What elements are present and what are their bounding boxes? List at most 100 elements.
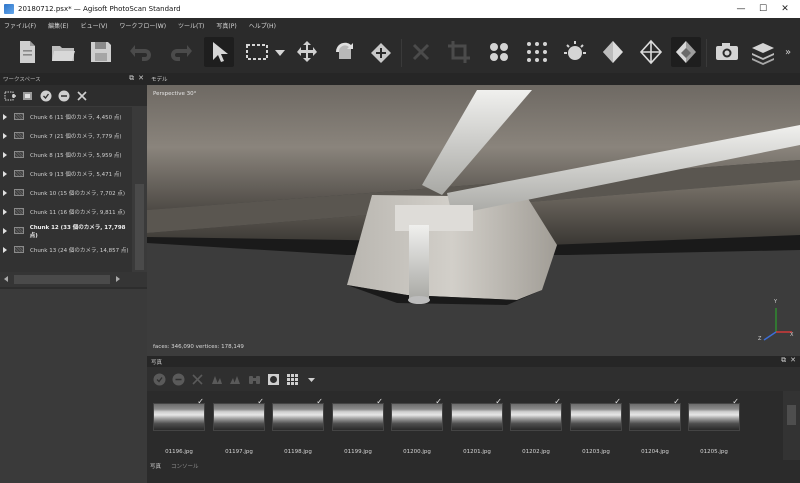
photo-thumbnail[interactable]: ✓ 01203.jpg bbox=[570, 397, 622, 455]
open-icon[interactable] bbox=[48, 37, 78, 67]
float-panel-icon[interactable]: ⧉ bbox=[781, 356, 786, 365]
menu-photo[interactable]: 写真(P) bbox=[216, 21, 236, 30]
solid-icon[interactable] bbox=[598, 37, 628, 67]
aligned-check-icon: ✓ bbox=[316, 397, 323, 406]
rotate-right-icon[interactable] bbox=[229, 373, 242, 386]
chunk-label: Chunk 9 (13 個のカメラ, 5,471 点) bbox=[30, 171, 122, 178]
axis-y-label: Y bbox=[774, 299, 778, 305]
photo-strip-scrollbar[interactable] bbox=[783, 391, 800, 460]
camera-icon[interactable] bbox=[712, 37, 742, 67]
perspective-label: Perspective 30° bbox=[153, 91, 197, 97]
point-cloud-icon[interactable] bbox=[484, 37, 514, 67]
photo-filename: 01196.jpg bbox=[165, 449, 193, 455]
rotate-left-icon[interactable] bbox=[210, 373, 223, 386]
tab-photos[interactable]: 写真 bbox=[150, 462, 161, 470]
enable-icon[interactable] bbox=[40, 90, 52, 102]
toolbar-overflow[interactable]: » bbox=[778, 37, 798, 67]
disable-camera-icon[interactable] bbox=[172, 373, 185, 386]
rotate-object-icon[interactable] bbox=[330, 37, 360, 67]
toolbar-separator bbox=[401, 39, 402, 67]
binoculars-icon[interactable] bbox=[248, 373, 261, 386]
undo-icon[interactable] bbox=[128, 37, 158, 67]
remove-icon[interactable] bbox=[76, 90, 88, 102]
chunk-list-vertical-scrollbar[interactable] bbox=[132, 106, 147, 272]
new-icon[interactable] bbox=[12, 37, 42, 67]
scrollbar-thumb[interactable] bbox=[135, 184, 144, 270]
chunk-row[interactable]: Chunk 6 (11 個のカメラ, 4,450 点) bbox=[0, 107, 132, 126]
scrollbar-thumb[interactable] bbox=[14, 275, 110, 284]
enable-camera-icon[interactable] bbox=[153, 373, 166, 386]
expand-arrow-icon[interactable] bbox=[3, 113, 7, 120]
model-shaded-icon[interactable] bbox=[560, 37, 590, 67]
redo-icon[interactable] bbox=[164, 37, 194, 67]
save-icon[interactable] bbox=[86, 37, 116, 67]
dense-cloud-icon[interactable] bbox=[522, 37, 552, 67]
rectangle-selection-icon[interactable] bbox=[242, 37, 272, 67]
menu-tools[interactable]: ツール(T) bbox=[178, 21, 204, 30]
textured-icon[interactable] bbox=[671, 37, 701, 67]
expand-arrow-icon[interactable] bbox=[3, 246, 7, 253]
minimize-button[interactable]: — bbox=[730, 0, 752, 18]
chunk-list-horizontal-scrollbar[interactable] bbox=[0, 272, 147, 287]
close-button[interactable]: ✕ bbox=[774, 0, 796, 18]
expand-arrow-icon[interactable] bbox=[3, 227, 7, 234]
scroll-right-icon[interactable] bbox=[116, 276, 120, 282]
close-panel-icon[interactable]: ✕ bbox=[138, 74, 144, 83]
photo-thumbnail[interactable]: ✓ 01204.jpg bbox=[629, 397, 681, 455]
select-arrow-icon[interactable] bbox=[204, 37, 234, 67]
expand-arrow-icon[interactable] bbox=[3, 132, 7, 139]
scrollbar-thumb[interactable] bbox=[787, 405, 796, 425]
photo-thumbnail[interactable]: ✓ 01197.jpg bbox=[213, 397, 265, 455]
layers-icon[interactable] bbox=[748, 37, 778, 67]
pipe-junction-box bbox=[395, 205, 473, 231]
menu-workflow[interactable]: ワークフロー(W) bbox=[119, 21, 166, 30]
menu-view[interactable]: ビュー(V) bbox=[81, 21, 108, 30]
add-chunk-icon[interactable] bbox=[4, 90, 16, 102]
remove-camera-icon[interactable] bbox=[191, 373, 204, 386]
expand-arrow-icon[interactable] bbox=[3, 208, 7, 215]
menu-help[interactable]: ヘルプ(H) bbox=[249, 21, 276, 30]
workspace-header: ワークスペース ⧉ ✕ bbox=[0, 73, 147, 85]
photo-thumbnail[interactable]: ✓ 01202.jpg bbox=[510, 397, 562, 455]
disable-icon[interactable] bbox=[58, 90, 70, 102]
mask-icon[interactable] bbox=[267, 373, 280, 386]
chunk-row[interactable]: Chunk 11 (16 個のカメラ, 9,811 点) bbox=[0, 202, 132, 221]
chunk-row[interactable]: Chunk 8 (15 個のカメラ, 5,959 点) bbox=[0, 145, 132, 164]
photo-thumbnail[interactable]: ✓ 01199.jpg bbox=[332, 397, 384, 455]
thumbnail-view-icon[interactable] bbox=[286, 373, 299, 386]
navigation-icon[interactable] bbox=[366, 37, 396, 67]
photo-filename: 01202.jpg bbox=[522, 449, 550, 455]
photo-thumbnail[interactable]: ✓ 01198.jpg bbox=[272, 397, 324, 455]
chunk-label: Chunk 7 (21 個のカメラ, 7,779 点) bbox=[30, 133, 122, 140]
view-dropdown-icon[interactable] bbox=[305, 373, 318, 386]
chunk-row-selected[interactable]: Chunk 12 (33 個のカメラ, 17,798 点) bbox=[0, 221, 132, 240]
workspace-title: ワークスペース bbox=[3, 77, 41, 83]
wireframe-icon[interactable] bbox=[636, 37, 666, 67]
expand-arrow-icon[interactable] bbox=[3, 189, 7, 196]
menu-edit[interactable]: 編集(E) bbox=[48, 21, 68, 30]
selection-dropdown-icon[interactable] bbox=[272, 37, 288, 67]
photo-thumbnail[interactable]: ✓ 01201.jpg bbox=[451, 397, 503, 455]
maximize-button[interactable]: ☐ bbox=[752, 0, 774, 18]
model-tab[interactable]: モデル bbox=[147, 73, 800, 85]
close-panel-icon[interactable]: ✕ bbox=[790, 356, 796, 365]
crop-icon[interactable] bbox=[444, 37, 474, 67]
tab-console[interactable]: コンソール bbox=[171, 462, 199, 470]
photo-thumbnail[interactable]: ✓ 01200.jpg bbox=[391, 397, 443, 455]
delete-icon[interactable] bbox=[406, 37, 436, 67]
photo-thumbnail[interactable]: ✓ 01205.jpg bbox=[688, 397, 740, 455]
expand-arrow-icon[interactable] bbox=[3, 170, 7, 177]
chunk-row[interactable]: Chunk 10 (15 個のカメラ, 7,702 点) bbox=[0, 183, 132, 202]
model-viewport[interactable]: Perspective 30° faces: 346,090 vertices:… bbox=[147, 85, 800, 356]
chunk-row[interactable]: Chunk 9 (13 個のカメラ, 5,471 点) bbox=[0, 164, 132, 183]
float-panel-icon[interactable]: ⧉ bbox=[129, 74, 134, 83]
chunk-row[interactable]: Chunk 13 (24 個のカメラ, 14,857 点) bbox=[0, 240, 132, 259]
move-object-icon[interactable] bbox=[292, 37, 322, 67]
photo-thumbnail[interactable]: ✓ 01196.jpg bbox=[153, 397, 205, 455]
add-photos-icon[interactable] bbox=[22, 90, 34, 102]
scroll-left-icon[interactable] bbox=[4, 276, 8, 282]
expand-arrow-icon[interactable] bbox=[3, 151, 7, 158]
chunk-row[interactable]: Chunk 7 (21 個のカメラ, 7,779 点) bbox=[0, 126, 132, 145]
photo-filename: 01197.jpg bbox=[225, 449, 253, 455]
menu-file[interactable]: ファイル(F) bbox=[4, 21, 36, 30]
